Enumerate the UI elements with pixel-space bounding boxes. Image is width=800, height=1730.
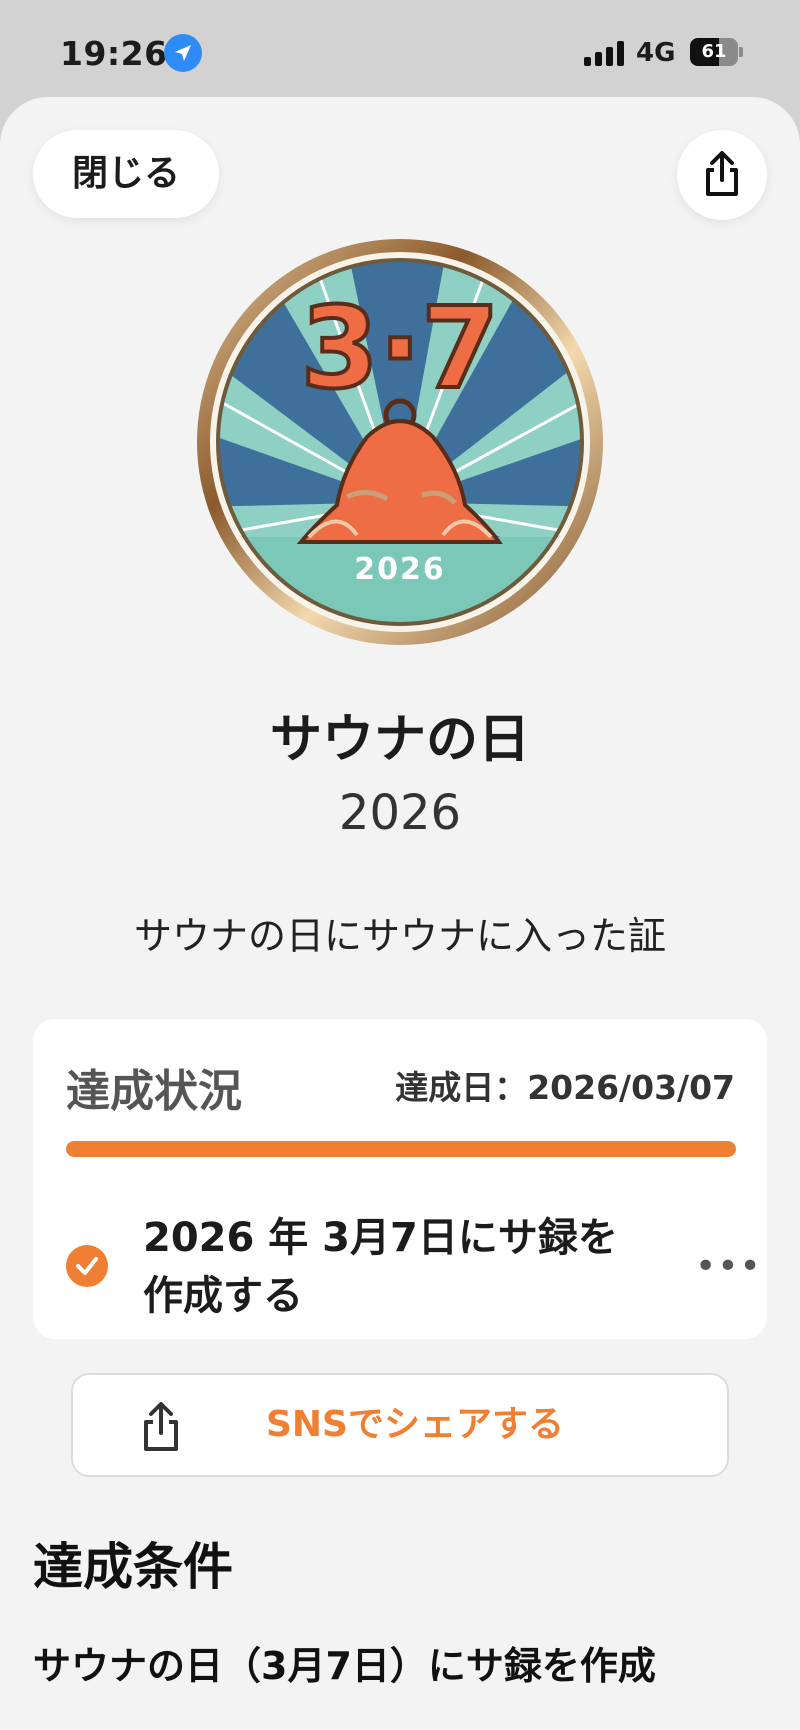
sns-share-button[interactable]: SNSでシェアする — [71, 1373, 729, 1477]
badge-detail-sheet: 閉じる 3·7 2026 サウナの日 2026 サウナの日にサウナに入った証 達… — [0, 97, 800, 1730]
cellular-signal-icon — [584, 40, 626, 66]
sauna-day-badge: 3·7 2026 — [197, 239, 603, 645]
share-icon — [706, 151, 738, 196]
battery-icon: 61 — [690, 38, 743, 66]
progress-bar-fill — [66, 1141, 736, 1157]
progress-bar — [66, 1141, 736, 1157]
conditions-title: 達成条件 — [33, 1538, 233, 1596]
achievement-status-card: 達成状況 達成日：2026/03/07 2026 年 3月7日にサ録を 作成する… — [33, 1019, 767, 1339]
location-arrow-icon — [164, 34, 202, 72]
achievement-title: サウナの日 — [269, 710, 530, 770]
network-type: 4G — [636, 38, 676, 68]
battery-level: 61 — [701, 41, 727, 62]
task-item: 2026 年 3月7日にサ録を 作成する — [143, 1209, 663, 1325]
achievement-description: サウナの日にサウナに入った証 — [133, 914, 666, 958]
check-icon — [66, 1245, 108, 1287]
status-bar: 19:26 4G 61 — [0, 0, 800, 100]
conditions-text: サウナの日（3月7日）にサ録を作成 — [33, 1644, 656, 1688]
achieved-date: 達成日：2026/03/07 — [395, 1068, 735, 1107]
task-line-2: 作成する — [143, 1273, 303, 1319]
task-line-1: 2026 年 3月7日にサ録を — [143, 1215, 618, 1261]
status-card-title: 達成状況 — [66, 1066, 242, 1117]
badge-year-text: 2026 — [354, 552, 446, 587]
close-button[interactable]: 閉じる — [33, 130, 219, 218]
badge-date-text: 3·7 — [301, 284, 499, 414]
share-button[interactable] — [677, 130, 767, 220]
achievement-year: 2026 — [338, 785, 462, 841]
status-time: 19:26 — [60, 34, 168, 73]
sns-share-label: SNSでシェアする — [266, 1404, 564, 1445]
more-icon[interactable]: ••• — [695, 1247, 761, 1287]
